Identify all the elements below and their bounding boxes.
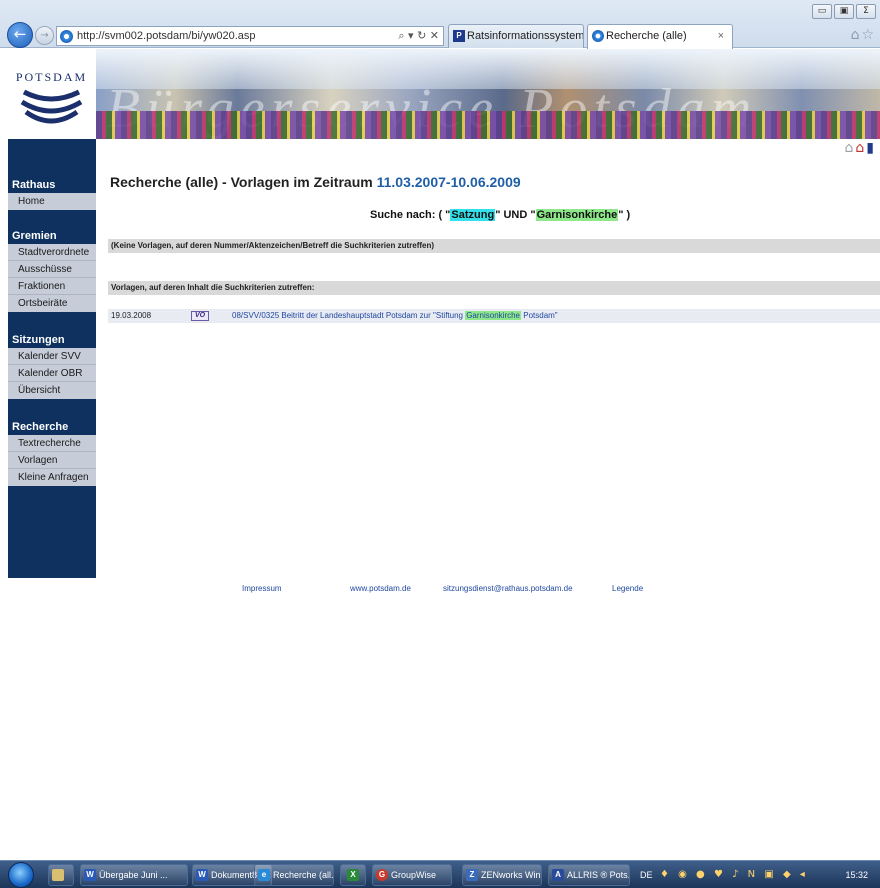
address-url[interactable]: http://svm002.potsdam/bi/yw020.asp: [77, 30, 256, 42]
taskbar-label: Recherche (all...: [273, 870, 334, 880]
page-title-date-range: 11.03.2007-10.06.2009: [376, 174, 521, 190]
search-prefix: Suche nach: ( ": [370, 209, 451, 221]
forward-button[interactable]: →: [35, 26, 54, 45]
banner-flowers: [96, 111, 880, 139]
start-button[interactable]: [8, 862, 34, 888]
sidebar-item-fraktionen[interactable]: Fraktionen: [8, 278, 96, 295]
search-term-garnisonkirche: Garnisonkirche: [535, 209, 619, 221]
result-date: 19.03.2008: [111, 311, 152, 320]
ie-page-icon: [60, 30, 73, 43]
sidebar-group-sitzungen: Kalender SVV Kalender OBR Übersicht: [8, 348, 96, 399]
restore-button[interactable]: ▣: [834, 4, 854, 19]
taskbar-label: ALLRIS ® Pots...: [567, 870, 630, 880]
vo-badge-icon[interactable]: VO: [191, 311, 209, 321]
logo-text: POTSDAM: [15, 70, 88, 84]
tray-clock[interactable]: 15:32: [845, 865, 868, 885]
result-link[interactable]: 08/SVV/0325 Beitritt der Landeshauptstad…: [232, 309, 558, 323]
logo-waves-icon: [20, 89, 83, 124]
page-title-prefix: Recherche (alle) - Vorlagen im Zeitraum: [110, 174, 377, 190]
footer-link-impressum[interactable]: Impressum: [242, 584, 282, 593]
taskbar-item-uebergabe[interactable]: W Übergabe Juni ...: [80, 864, 188, 886]
taskbar-label: GroupWise: [391, 870, 437, 880]
footer-link-email[interactable]: sitzungsdienst@rathaus.potsdam.de: [443, 584, 573, 593]
sidebar-section-gremien: Gremien: [12, 230, 57, 242]
tab-recherche-alle[interactable]: Recherche (alle) ×: [587, 24, 733, 49]
footer-link-legende[interactable]: Legende: [612, 584, 643, 593]
search-operator: " UND ": [495, 209, 536, 221]
sidebar-item-uebersicht[interactable]: Übersicht: [8, 382, 96, 399]
taskbar-label: ZENworks Win...: [481, 870, 542, 880]
close-window-button[interactable]: Σ: [856, 4, 876, 19]
address-tools[interactable]: ⌕ ▾ ↻ ✕: [398, 29, 439, 43]
no-results-bar: (Keine Vorlagen, auf deren Nummer/Aktenz…: [108, 239, 880, 253]
zenworks-icon: Z: [466, 869, 478, 881]
sidebar-item-kalender-svv[interactable]: Kalender SVV: [8, 348, 96, 365]
bookmark-icon[interactable]: ▮: [866, 140, 874, 156]
header-tool-icons: ⌂ ⌂ ▮: [845, 140, 875, 156]
system-tray: DE ♦ ◉ ● ♥ ♪ N ▣ ◆ ◂ 15:32: [638, 865, 880, 885]
p-favicon-icon: P: [453, 30, 465, 42]
sidebar: Rathaus Home Gremien Stadtverordnete Aus…: [8, 139, 96, 578]
close-tab-icon[interactable]: ×: [718, 30, 724, 42]
taskbar-label: Übergabe Juni ...: [99, 870, 168, 880]
tab-label: Recherche (alle): [606, 30, 687, 42]
taskbar-item-allris[interactable]: A ALLRIS ® Pots...: [548, 864, 630, 886]
allris-icon: A: [552, 869, 564, 881]
word-icon: W: [84, 869, 96, 881]
taskbar-item-zenworks[interactable]: Z ZENworks Win...: [462, 864, 542, 886]
result-highlight[interactable]: Garnisonkirche: [465, 311, 522, 320]
search-term-satzung: Satzung: [450, 209, 496, 221]
footer-link-potsdam[interactable]: www.potsdam.de: [350, 584, 411, 593]
sidebar-item-vorlagen[interactable]: Vorlagen: [8, 452, 96, 469]
sidebar-item-kalender-obr[interactable]: Kalender OBR: [8, 365, 96, 382]
taskbar-item-recherche[interactable]: e Recherche (all...: [254, 864, 334, 886]
browser-chrome: ▭ ▣ Σ ← → http://svm002.potsdam/bi/yw020…: [0, 0, 880, 49]
address-bar[interactable]: http://svm002.potsdam/bi/yw020.asp ⌕ ▾ ↻…: [56, 26, 444, 46]
minimize-button[interactable]: ▭: [812, 4, 832, 19]
tab-ratsinformationssystem[interactable]: P Ratsinformationssystem | Pots...: [448, 24, 584, 48]
window-controls: ▭ ▣ Σ: [812, 4, 876, 19]
print-icon[interactable]: ⌂: [845, 140, 854, 156]
back-button[interactable]: ←: [7, 22, 33, 48]
sidebar-group-recherche: Textrecherche Vorlagen Kleine Anfragen: [8, 435, 96, 486]
result-text-after[interactable]: Potsdam": [521, 311, 557, 320]
search-criteria: Suche nach: ( "Satzung" UND "Garnisonkir…: [370, 209, 630, 221]
taskbar-item-excel[interactable]: X: [340, 864, 366, 886]
language-indicator[interactable]: DE: [640, 865, 653, 885]
table-row: 19.03.2008 VO 08/SVV/0325 Beitritt der L…: [108, 309, 880, 323]
sidebar-item-kleine-anfragen[interactable]: Kleine Anfragen: [8, 469, 96, 486]
taskbar-item-groupwise[interactable]: G GroupWise: [372, 864, 452, 886]
tray-icons[interactable]: ♦ ◉ ● ♥ ♪ N ▣ ◆ ◂: [660, 865, 808, 885]
sidebar-item-ortsbeiraete[interactable]: Ortsbeiräte: [8, 295, 96, 312]
sidebar-item-ausschuesse[interactable]: Ausschüsse: [8, 261, 96, 278]
sidebar-section-recherche: Recherche: [12, 421, 69, 433]
home-favorites-icons[interactable]: ⌂☆: [851, 27, 876, 43]
search-suffix: " ): [618, 209, 631, 221]
result-text-before[interactable]: 08/SVV/0325 Beitritt der Landeshauptstad…: [232, 311, 465, 320]
home-icon[interactable]: ⌂: [855, 140, 864, 156]
header-banner: Bürgerservice Potsdam: [96, 49, 880, 139]
sidebar-item-home[interactable]: Home: [8, 193, 96, 210]
taskbar: W Übergabe Juni ... W Dokument8 - ... e …: [0, 860, 880, 888]
explorer-icon: [52, 869, 64, 881]
sidebar-item-stadtverordnete[interactable]: Stadtverordnete: [8, 244, 96, 261]
sidebar-group-gremien: Stadtverordnete Ausschüsse Fraktionen Or…: [8, 244, 96, 312]
ie-favicon-icon: [592, 30, 604, 42]
excel-icon: X: [347, 869, 359, 881]
potsdam-logo[interactable]: POTSDAM: [8, 56, 95, 139]
sidebar-section-rathaus: Rathaus: [12, 179, 56, 191]
sidebar-section-sitzungen: Sitzungen: [12, 334, 65, 346]
page-title: Recherche (alle) - Vorlagen im Zeitraum …: [110, 174, 521, 190]
tab-label: Ratsinformationssystem | Pots...: [467, 30, 584, 42]
show-desktop-button[interactable]: [48, 864, 74, 886]
content-results-bar: Vorlagen, auf deren Inhalt die Suchkrite…: [108, 281, 880, 295]
word-icon: W: [196, 869, 208, 881]
sidebar-item-textrecherche[interactable]: Textrecherche: [8, 435, 96, 452]
ie-icon: e: [258, 869, 270, 881]
groupwise-icon: G: [376, 869, 388, 881]
sidebar-group-rathaus: Home: [8, 193, 96, 210]
